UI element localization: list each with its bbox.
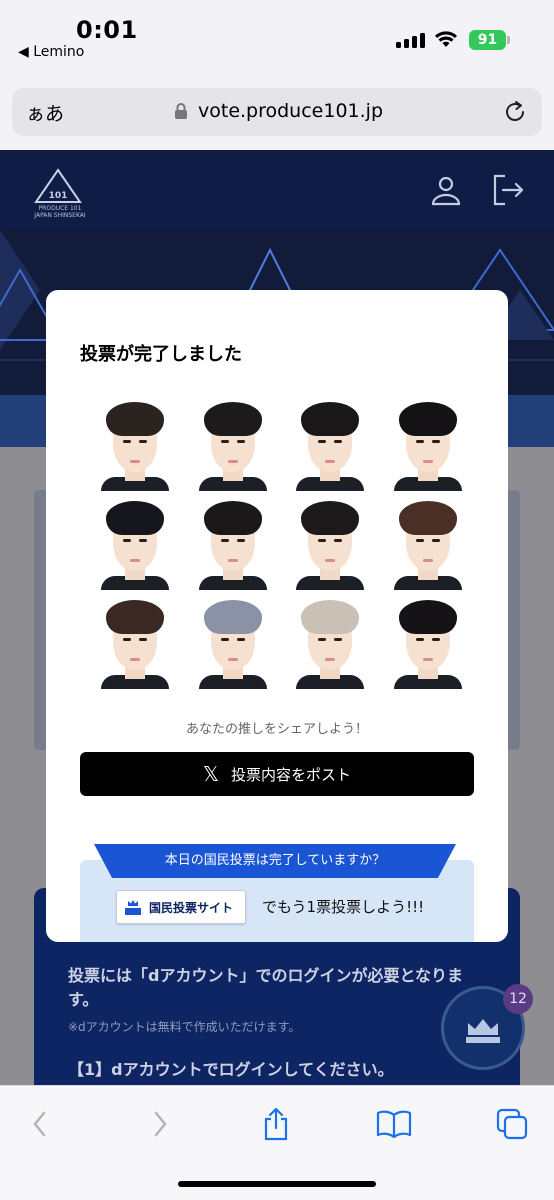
tabs-button[interactable] <box>492 1106 532 1142</box>
back-button[interactable] <box>20 1106 60 1142</box>
login-notice-text: 投票には「dアカウント」でのログインが必要となります。 <box>68 966 463 1009</box>
ballot-box-icon <box>125 900 141 915</box>
trainee-portrait <box>86 596 184 689</box>
post-vote-button[interactable]: 𝕏 投票内容をポスト <box>80 752 474 796</box>
national-vote-site-button[interactable]: 国民投票サイト <box>116 890 246 924</box>
battery-indicator: 91 <box>469 30 506 50</box>
wifi-icon <box>435 31 457 47</box>
trainee-portrait <box>281 398 379 491</box>
vote-site-label: 国民投票サイト <box>149 900 234 915</box>
user-icon[interactable] <box>430 174 462 206</box>
logout-icon[interactable] <box>490 172 526 208</box>
share-hint: あなたの推しをシェアしよう！ <box>185 722 368 737</box>
chevron-right-icon <box>154 1111 167 1137</box>
vote-complete-modal: 投票が完了しました あなたの推しをシェアしよう！ 𝕏 投票内容をポスト 国民投票… <box>46 290 508 942</box>
x-logo-icon: 𝕏 <box>202 762 220 786</box>
login-step-1: 【1】dアカウントでログインしてください。 <box>68 1060 394 1079</box>
trainee-portrait <box>379 497 477 590</box>
national-vote-ribbon: 本日の国民投票は完了していますか？ <box>94 844 456 878</box>
trainee-portrait <box>86 497 184 590</box>
post-button-label: 投票内容をポスト <box>231 765 352 784</box>
trainee-grid <box>86 398 476 689</box>
share-button[interactable] <box>256 1106 296 1142</box>
reload-icon[interactable] <box>502 99 528 125</box>
book-icon <box>376 1110 412 1139</box>
bookmarks-button[interactable] <box>374 1106 414 1142</box>
modal-title: 投票が完了しました <box>80 344 242 365</box>
home-indicator <box>178 1181 376 1187</box>
vote-cta-text: でもう1票投票しよう!!! <box>262 898 425 916</box>
trainee-portrait <box>184 497 282 590</box>
address-bar[interactable]: ぁあ vote.produce101.jp <box>12 88 542 136</box>
status-time: 0:01 <box>76 16 138 44</box>
chevron-left-icon <box>33 1111 46 1137</box>
url-text[interactable]: vote.produce101.jp <box>198 100 383 122</box>
trainee-portrait <box>281 596 379 689</box>
battery-cap <box>507 36 510 44</box>
trainee-portrait <box>379 596 477 689</box>
trainee-portrait <box>281 497 379 590</box>
back-to-app-link[interactable]: ◀ Lemino <box>18 44 84 60</box>
site-header: 101 PRODUCE 101 JAPAN SHINSEKAI <box>0 150 554 230</box>
share-icon <box>264 1107 288 1141</box>
logo-text: PRODUCE 101 JAPAN SHINSEKAI <box>34 205 86 219</box>
trainee-portrait <box>184 596 282 689</box>
vote-count-badge: 12 <box>503 984 533 1014</box>
tabs-icon <box>496 1108 528 1140</box>
status-bar: 0:01 ◀ Lemino 91 <box>0 0 554 70</box>
text-size-button[interactable]: ぁあ <box>26 99 64 126</box>
trainee-portrait <box>86 398 184 491</box>
trainee-portrait <box>379 398 477 491</box>
trainee-portrait <box>184 398 282 491</box>
login-note-small: ※dアカウントは無料で作成いただけます。 <box>68 1020 301 1034</box>
cellular-signal-icon <box>396 32 425 48</box>
lock-icon <box>175 103 187 119</box>
forward-button[interactable] <box>140 1106 180 1142</box>
svg-text:101: 101 <box>49 191 68 201</box>
